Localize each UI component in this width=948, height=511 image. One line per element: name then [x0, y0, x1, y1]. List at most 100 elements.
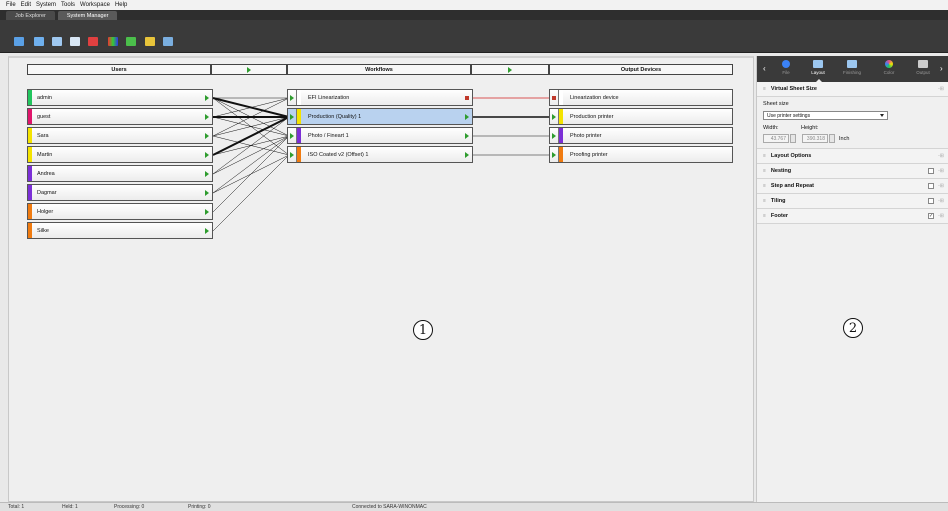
pin-icon[interactable]: -⊞ — [938, 183, 944, 189]
workflow-input-port[interactable] — [288, 128, 297, 143]
user-color-stripe — [28, 128, 32, 143]
workflow-color-stripe — [297, 128, 301, 143]
user-output-port-icon[interactable] — [205, 228, 209, 234]
workflow-input-port[interactable] — [288, 90, 297, 105]
monitor-icon[interactable] — [163, 37, 173, 46]
output-input-port[interactable] — [550, 109, 559, 124]
output-color-stripe — [559, 128, 563, 143]
user-color-stripe — [28, 223, 32, 238]
workflow-output-port-icon[interactable] — [465, 133, 469, 139]
output-node-proofing-printer[interactable]: Proofing printer — [549, 146, 733, 163]
chevron-left-icon[interactable]: ‹ — [763, 64, 766, 73]
add-user-icon[interactable] — [14, 37, 24, 46]
section-virtual-sheet-size[interactable]: ≡ Virtual Sheet Size -⊞ — [757, 82, 948, 97]
workflow-node-production-quality[interactable]: Production (Quality) 1 — [287, 108, 473, 125]
stop-square-icon[interactable] — [465, 96, 469, 100]
workflow-node-iso-coated[interactable]: ISO Coated v2 (Offset) 1 — [287, 146, 473, 163]
section-title: Step and Repeat — [770, 183, 815, 189]
arrow-right-icon — [552, 113, 556, 120]
user-output-port-icon[interactable] — [205, 133, 209, 139]
printer-icon[interactable] — [52, 37, 62, 46]
section-step-and-repeat[interactable]: ≡ Step and Repeat -⊞ — [757, 179, 948, 194]
panel-tab-output[interactable]: Output — [908, 58, 938, 80]
workflow-input-port[interactable] — [288, 109, 297, 124]
workflow-color-stripe — [297, 147, 301, 162]
color-icon[interactable] — [108, 37, 118, 46]
user-node-admin[interactable]: admin — [27, 89, 213, 106]
stop-icon[interactable] — [70, 37, 80, 46]
workflow-node-photo-fineart[interactable]: Photo / Fineart 1 — [287, 127, 473, 144]
menu-help[interactable]: Help — [115, 2, 127, 8]
output-input-port[interactable] — [550, 128, 559, 143]
info-icon — [782, 60, 790, 68]
output-input-port[interactable] — [550, 147, 559, 162]
user-output-port-icon[interactable] — [205, 190, 209, 196]
tiling-checkbox[interactable] — [928, 198, 934, 204]
app-tab-bar: Job Explorer System Manager — [0, 10, 948, 20]
width-field[interactable]: 43.767 — [763, 134, 789, 143]
output-node-photo-printer[interactable]: Photo printer — [549, 127, 733, 144]
pin-icon[interactable]: -⊞ — [938, 86, 944, 92]
pin-icon[interactable]: -⊞ — [938, 198, 944, 204]
tab-system-manager[interactable]: System Manager — [57, 11, 118, 20]
section-layout-options[interactable]: ≡ Layout Options -⊞ — [757, 149, 948, 164]
output-node-production-printer[interactable]: Production printer — [549, 108, 733, 125]
status-connection: Connected to SARA-WINONMAC — [352, 504, 427, 510]
pin-icon[interactable]: -⊞ — [938, 168, 944, 174]
menu-file[interactable]: File — [6, 2, 16, 8]
menu-tools[interactable]: Tools — [61, 2, 75, 8]
chevron-right-icon[interactable]: › — [940, 64, 943, 73]
chevron-down-icon — [880, 114, 884, 117]
menu-edit[interactable]: Edit — [21, 2, 31, 8]
user-node-andrea[interactable]: Andrea — [27, 165, 213, 182]
user-output-port-icon[interactable] — [205, 114, 209, 120]
menu-system[interactable]: System — [36, 2, 56, 8]
width-stepper[interactable] — [790, 134, 796, 143]
panel-tab-label: Layout — [811, 70, 825, 75]
panel-tab-finishing[interactable]: Finishing — [837, 58, 867, 80]
height-stepper[interactable] — [829, 134, 835, 143]
user-output-port-icon[interactable] — [205, 152, 209, 158]
section-tiling[interactable]: ≡ Tiling -⊞ — [757, 194, 948, 209]
user-node-guest[interactable]: guest — [27, 108, 213, 125]
user-node-sara[interactable]: Sara — [27, 127, 213, 144]
user-node-martin[interactable]: Martin — [27, 146, 213, 163]
sheet-size-select[interactable]: Use printer settings — [763, 111, 888, 120]
user-output-port-icon[interactable] — [205, 209, 209, 215]
workflow-input-port[interactable] — [288, 147, 297, 162]
user-node-silke[interactable]: Silke — [27, 222, 213, 239]
section-footer[interactable]: ≡ Footer ✓ -⊞ — [757, 209, 948, 224]
pin-icon[interactable]: -⊞ — [938, 153, 944, 159]
section-title: Virtual Sheet Size — [770, 86, 817, 92]
grip-icon: ≡ — [763, 168, 766, 174]
user-node-holger[interactable]: Holger — [27, 203, 213, 220]
step-and-repeat-checkbox[interactable] — [928, 183, 934, 189]
output-input-port[interactable] — [550, 90, 559, 105]
chart-icon[interactable] — [145, 37, 155, 46]
user-node-dagmar[interactable]: Dagmar — [27, 184, 213, 201]
user-output-port-icon[interactable] — [205, 171, 209, 177]
panel-tab-label: Finishing — [842, 70, 861, 75]
workflow-output-port-icon[interactable] — [465, 114, 469, 120]
panel-tab-layout[interactable]: Layout — [803, 58, 833, 82]
edit-icon[interactable] — [34, 37, 44, 46]
delete-icon[interactable] — [88, 37, 98, 46]
section-nesting[interactable]: ≡ Nesting -⊞ — [757, 164, 948, 179]
nesting-checkbox[interactable] — [928, 168, 934, 174]
user-output-port-icon[interactable] — [205, 95, 209, 101]
height-field[interactable]: 390.318 — [802, 134, 828, 143]
pin-icon[interactable]: -⊞ — [938, 213, 944, 219]
menu-workspace[interactable]: Workspace — [80, 2, 110, 8]
arrow-right-icon — [290, 94, 294, 101]
panel-tab-label: Output — [916, 70, 930, 75]
panel-tab-file[interactable]: File — [771, 58, 801, 80]
workflow-node-efi-linearization[interactable]: EFI Linearization — [287, 89, 473, 106]
tab-job-explorer[interactable]: Job Explorer — [6, 11, 55, 20]
footer-checkbox[interactable]: ✓ — [928, 213, 934, 219]
arrow-right-icon — [552, 132, 556, 139]
check-icon[interactable] — [126, 37, 136, 46]
panel-tab-color[interactable]: Color — [874, 58, 904, 80]
output-node-linearization-device[interactable]: Linearization device — [549, 89, 733, 106]
workflow-name: ISO Coated v2 (Offset) 1 — [308, 151, 369, 158]
workflow-output-port-icon[interactable] — [465, 152, 469, 158]
